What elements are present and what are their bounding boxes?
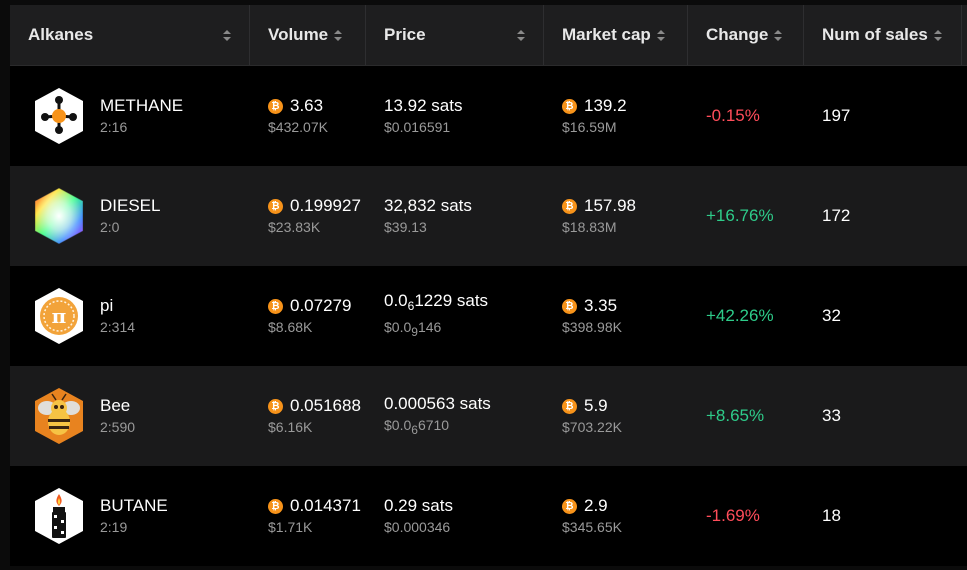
volume-cell: ₿ 0.051688 $6.16K (268, 396, 361, 435)
header-price[interactable]: Price (366, 5, 544, 65)
sort-icon[interactable] (656, 29, 665, 41)
table-row[interactable]: METHANE 2:16 ₿ 3.63 $432.07K 13.92 sats $… (10, 66, 967, 166)
price-cell: 32,832 sats $39.13 (384, 196, 472, 235)
alkanes-table: Alkanes Volume Price Market cap Change N… (10, 5, 967, 566)
market-cap-cell: ₿ 157.98 $18.83M (562, 196, 636, 235)
table-row[interactable]: DIESEL 2:0 ₿ 0.199927 $23.83K 32,832 sats… (10, 166, 967, 266)
table-header: Alkanes Volume Price Market cap Change N… (10, 5, 967, 66)
volume-cell: ₿ 0.014371 $1.71K (268, 496, 361, 535)
bitcoin-icon: ₿ (268, 99, 283, 114)
price-cell: 0.29 sats $0.000346 (384, 496, 453, 535)
bitcoin-icon: ₿ (268, 299, 283, 314)
sales-cell: 33 (822, 406, 841, 425)
price-cell: 0.061229 sats $0.09146 (384, 291, 489, 339)
bitcoin-icon: ₿ (562, 99, 577, 114)
methane-molecule-icon (32, 86, 86, 146)
market-cap-cell: ₿ 5.9 $703.22K (562, 396, 622, 435)
volume-cell: ₿ 3.63 $432.07K (268, 96, 328, 135)
header-change[interactable]: Change (688, 5, 804, 65)
diesel-rainbow-icon (32, 186, 86, 246)
sales-cell: 18 (822, 506, 841, 525)
bitcoin-icon: ₿ (268, 399, 283, 414)
token-name-cell: BUTANE 2:19 (10, 486, 250, 546)
table-row[interactable]: Bee 2:590 ₿ 0.051688 $6.16K 0.000563 sats… (10, 366, 967, 466)
bitcoin-icon: ₿ (562, 199, 577, 214)
change-cell: +16.76% (706, 206, 774, 225)
header-overflow (962, 5, 967, 65)
volume-cell: ₿ 0.07279 $8.68K (268, 296, 352, 335)
sales-cell: 197 (822, 106, 851, 125)
token-name-cell: DIESEL 2:0 (10, 186, 250, 246)
pi-symbol-icon: π (32, 286, 86, 346)
svg-text:π: π (52, 304, 67, 328)
market-cap-cell: ₿ 139.2 $16.59M (562, 96, 627, 135)
price-cell: 13.92 sats $0.016591 (384, 96, 463, 135)
sort-icon[interactable] (223, 30, 231, 41)
bee-icon (32, 386, 86, 446)
bitcoin-icon: ₿ (268, 199, 283, 214)
header-volume[interactable]: Volume (250, 5, 366, 65)
table-row[interactable]: BUTANE 2:19 ₿ 0.014371 $1.71K 0.29 sats $… (10, 466, 967, 566)
butane-lighter-icon (32, 486, 86, 546)
token-name-cell: π pi 2:314 (10, 286, 250, 346)
volume-cell: ₿ 0.199927 $23.83K (268, 196, 361, 235)
header-num-of-sales[interactable]: Num of sales (804, 5, 962, 65)
market-cap-cell: ₿ 3.35 $398.98K (562, 296, 622, 335)
sales-cell: 172 (822, 206, 851, 225)
bitcoin-icon: ₿ (562, 299, 577, 314)
token-name-cell: Bee 2:590 (10, 386, 250, 446)
token-name-cell: METHANE 2:16 (10, 86, 250, 146)
header-market-cap[interactable]: Market cap (544, 5, 688, 65)
sales-cell: 32 (822, 306, 841, 325)
change-cell: +42.26% (706, 306, 774, 325)
sort-icon[interactable] (774, 29, 783, 41)
change-cell: -1.69% (706, 506, 760, 525)
market-cap-cell: ₿ 2.9 $345.65K (562, 496, 622, 535)
change-cell: -0.15% (706, 106, 760, 125)
sort-icon[interactable] (334, 29, 343, 41)
bitcoin-icon: ₿ (268, 499, 283, 514)
header-alkanes[interactable]: Alkanes (10, 5, 250, 65)
sort-icon[interactable] (933, 29, 942, 41)
price-cell: 0.000563 sats $0.066710 (384, 393, 491, 437)
bitcoin-icon: ₿ (562, 399, 577, 414)
table-row[interactable]: π pi 2:314 ₿ 0.07279 $8.68K 0.061229 sats… (10, 266, 967, 366)
change-cell: +8.65% (706, 406, 765, 425)
sort-icon[interactable] (517, 30, 525, 41)
bitcoin-icon: ₿ (562, 499, 577, 514)
